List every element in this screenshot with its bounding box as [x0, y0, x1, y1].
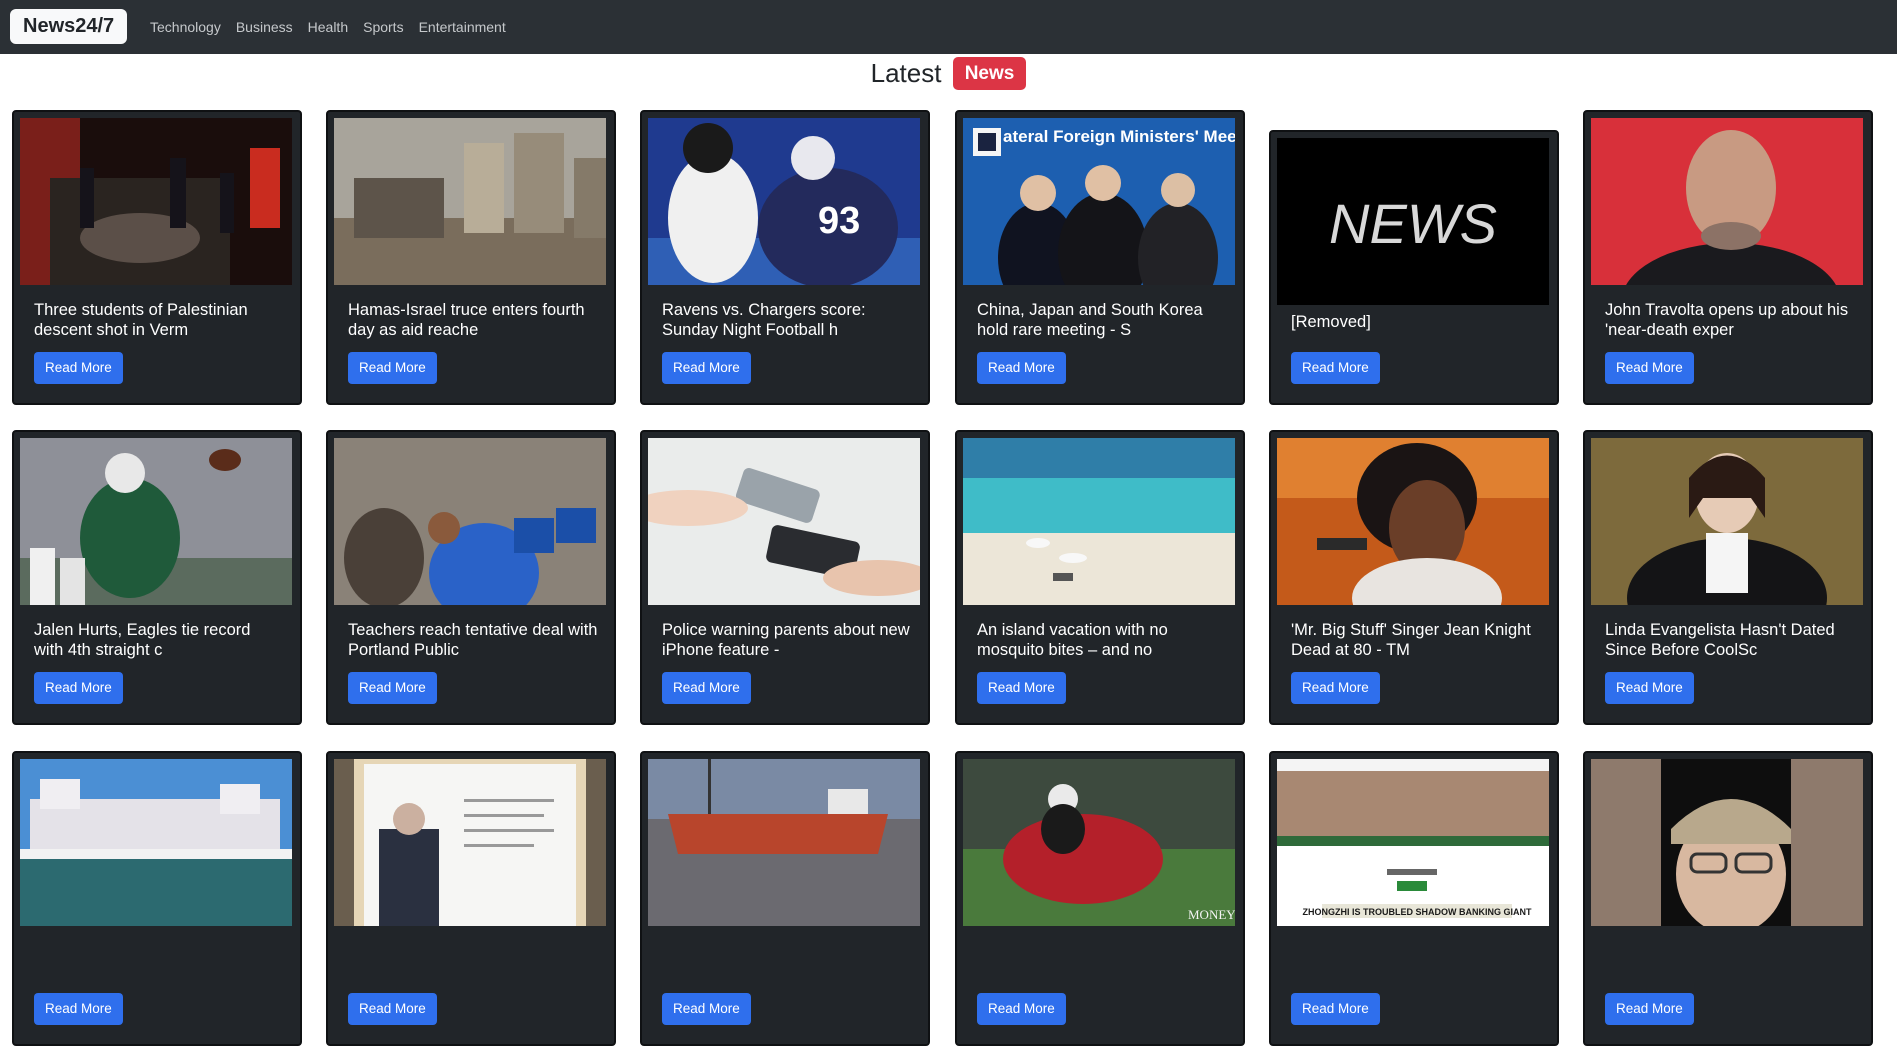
article-image[interactable]	[648, 759, 920, 926]
news-card: NEWS [Removed] Read More	[1269, 130, 1559, 405]
page-title: Latest News	[0, 57, 1897, 90]
read-more-button[interactable]: Read More	[662, 352, 751, 384]
news-card: ZHONGZHI IS TROUBLED SHADOW BANKING GIAN…	[1269, 751, 1559, 1046]
nav-link-technology[interactable]: Technology	[150, 19, 221, 35]
news-card: Read More	[12, 751, 302, 1046]
article-image[interactable]	[648, 438, 920, 605]
article-image[interactable]	[334, 759, 606, 926]
top-navbar: News24/7 Technology Business Health Spor…	[0, 0, 1897, 54]
article-image[interactable]: ateral Foreign Ministers' Mee	[963, 118, 1235, 285]
svg-text:93: 93	[818, 200, 860, 242]
article-title: Ravens vs. Chargers score: Sunday Night …	[662, 301, 866, 339]
read-more-button[interactable]: Read More	[1605, 352, 1694, 384]
nav-link-sports[interactable]: Sports	[363, 19, 403, 35]
news-card: Hamas-Israel truce enters fourth day as …	[326, 110, 616, 405]
article-title	[1291, 941, 1541, 983]
read-more-button[interactable]: Read More	[1291, 672, 1380, 704]
read-more-button[interactable]: Read More	[348, 993, 437, 1025]
news-card: 'Mr. Big Stuff' Singer Jean Knight Dead …	[1269, 430, 1559, 725]
article-image[interactable]: 93	[648, 118, 920, 285]
read-more-button[interactable]: Read More	[977, 352, 1066, 384]
article-image[interactable]	[1277, 438, 1549, 605]
news-card: Three students of Palestinian descent sh…	[12, 110, 302, 405]
nav-link-entertainment[interactable]: Entertainment	[419, 19, 506, 35]
nav-link-business[interactable]: Business	[236, 19, 293, 35]
article-image[interactable]	[334, 438, 606, 605]
article-title	[348, 941, 598, 983]
news-card: ateral Foreign Ministers' Mee China, Jap…	[955, 110, 1245, 405]
news-logo-text: NEWS	[1329, 192, 1497, 255]
article-title: Three students of Palestinian descent sh…	[34, 301, 248, 339]
article-title	[34, 941, 284, 983]
news-card: Read More	[326, 751, 616, 1046]
article-title	[977, 941, 1227, 983]
news-card: An island vacation with no mosquito bite…	[955, 430, 1245, 725]
article-image[interactable]	[334, 118, 606, 285]
article-image[interactable]	[1591, 438, 1863, 605]
article-image[interactable]	[20, 759, 292, 926]
read-more-button[interactable]: Read More	[34, 993, 123, 1025]
news-card: Linda Evangelista Hasn't Dated Since Bef…	[1583, 430, 1873, 725]
nav-links: Technology Business Health Sports Entert…	[150, 0, 506, 54]
article-title: Hamas-Israel truce enters fourth day as …	[348, 301, 585, 339]
article-image[interactable]	[20, 438, 292, 605]
read-more-button[interactable]: Read More	[977, 993, 1066, 1025]
nav-link-health[interactable]: Health	[308, 19, 348, 35]
article-title: Jalen Hurts, Eagles tie record with 4th …	[34, 621, 251, 659]
article-title: John Travolta opens up about his 'near-d…	[1605, 301, 1849, 339]
read-more-button[interactable]: Read More	[34, 672, 123, 704]
news-card: Read More	[1583, 751, 1873, 1046]
news-badge: News	[952, 57, 1027, 90]
article-image[interactable]	[1591, 759, 1863, 926]
article-title	[662, 941, 912, 983]
article-title: China, Japan and South Korea hold rare m…	[977, 301, 1203, 339]
article-title: Teachers reach tentative deal with Portl…	[348, 621, 598, 659]
news-card: Jalen Hurts, Eagles tie record with 4th …	[12, 430, 302, 725]
news-card: 93 Ravens vs. Chargers score: Sunday Nig…	[640, 110, 930, 405]
read-more-button[interactable]: Read More	[348, 672, 437, 704]
read-more-button[interactable]: Read More	[1605, 672, 1694, 704]
news-card: John Travolta opens up about his 'near-d…	[1583, 110, 1873, 405]
read-more-button[interactable]: Read More	[348, 352, 437, 384]
article-title: Linda Evangelista Hasn't Dated Since Bef…	[1605, 621, 1835, 659]
read-more-button[interactable]: Read More	[662, 672, 751, 704]
article-title: An island vacation with no mosquito bite…	[977, 621, 1168, 659]
news-card: Police warning parents about new iPhone …	[640, 430, 930, 725]
image-caption-text: ateral Foreign Ministers' Mee	[1003, 127, 1235, 146]
article-title: 'Mr. Big Stuff' Singer Jean Knight Dead …	[1291, 621, 1531, 659]
article-image[interactable]: ZHONGZHI IS TROUBLED SHADOW BANKING GIAN…	[1277, 759, 1549, 926]
read-more-button[interactable]: Read More	[977, 672, 1066, 704]
article-image[interactable]	[1591, 118, 1863, 285]
read-more-button[interactable]: Read More	[1291, 352, 1380, 384]
article-image[interactable]	[963, 438, 1235, 605]
read-more-button[interactable]: Read More	[1605, 993, 1694, 1025]
read-more-button[interactable]: Read More	[34, 352, 123, 384]
article-image[interactable]	[20, 118, 292, 285]
article-title: [Removed]	[1291, 313, 1371, 331]
image-headline-text: ZHONGZHI IS TROUBLED SHADOW BANKING GIAN…	[1303, 907, 1532, 917]
image-watermark-text: MONEY	[1188, 907, 1235, 922]
read-more-button[interactable]: Read More	[662, 993, 751, 1025]
read-more-button[interactable]: Read More	[1291, 993, 1380, 1025]
article-title: Police warning parents about new iPhone …	[662, 621, 910, 659]
article-image[interactable]: NEWS	[1277, 138, 1549, 305]
news-card: MONEY Read More	[955, 751, 1245, 1046]
news-card: Teachers reach tentative deal with Portl…	[326, 430, 616, 725]
news-card: Read More	[640, 751, 930, 1046]
page-title-text: Latest	[870, 58, 942, 88]
article-image[interactable]: MONEY	[963, 759, 1235, 926]
brand-logo[interactable]: News24/7	[10, 9, 128, 44]
article-title	[1605, 941, 1855, 983]
